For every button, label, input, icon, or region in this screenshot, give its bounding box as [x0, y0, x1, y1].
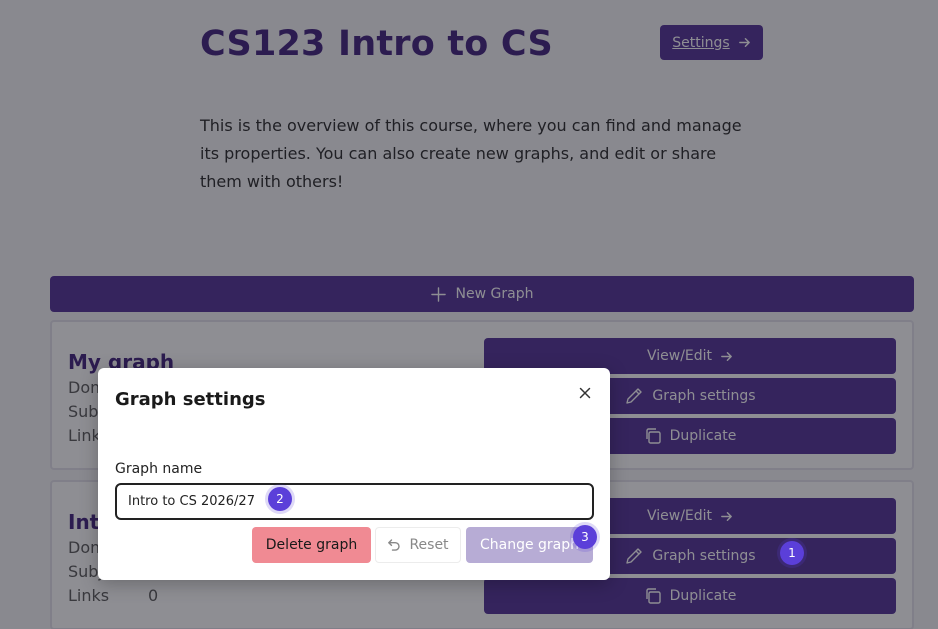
delete-graph-label: Delete graph	[265, 537, 358, 553]
close-button[interactable]	[576, 384, 594, 402]
dialog-title: Graph settings	[115, 389, 266, 410]
delete-graph-button[interactable]: Delete graph	[252, 527, 371, 563]
close-icon	[579, 387, 591, 399]
step-badge-1: 1	[780, 541, 804, 565]
step-badge-3: 3	[573, 525, 597, 549]
change-graph-label: Change graph	[479, 537, 580, 553]
reset-label: Reset	[409, 537, 449, 553]
undo-icon	[387, 538, 401, 552]
reset-button[interactable]: Reset	[375, 527, 461, 563]
graph-name-input[interactable]	[115, 483, 594, 520]
step-badge-2: 2	[268, 487, 292, 511]
graph-name-label: Graph name	[115, 461, 203, 477]
graph-settings-dialog: Graph settings Graph name Delete graph R…	[98, 368, 610, 580]
